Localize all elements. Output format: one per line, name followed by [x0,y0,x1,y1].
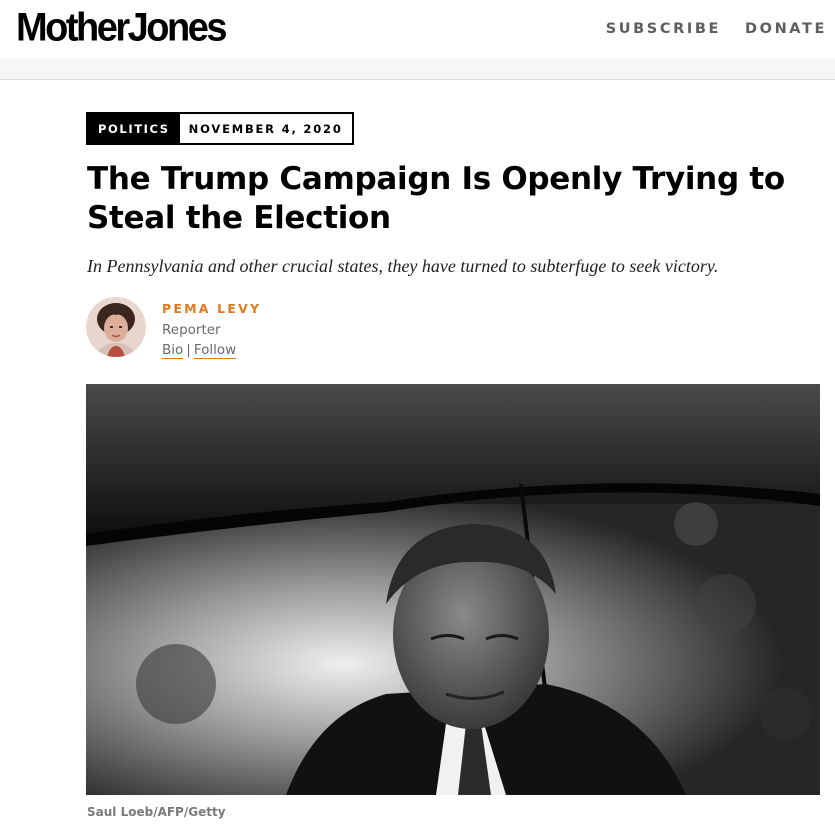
article-dek: In Pennsylvania and other crucial states… [87,256,719,276]
byline: PEMA LEVY Reporter Bio | Follow [86,297,261,359]
author-avatar[interactable] [86,297,146,357]
bio-link[interactable]: Bio [162,342,184,359]
link-separator: | [186,342,191,358]
subscribe-link[interactable]: SUBSCRIBE [606,21,721,37]
byline-text: PEMA LEVY Reporter Bio | Follow [162,297,261,359]
hero-image [86,384,820,795]
author-name[interactable]: PEMA LEVY [162,301,261,316]
follow-link[interactable]: Follow [193,342,237,359]
site-logo[interactable]: MotherJones [16,8,227,48]
site-header: MotherJones SUBSCRIBE DONATE [0,0,835,58]
publish-date: NOVEMBER 4, 2020 [179,114,352,143]
photo-credit: Saul Loeb/AFP/Getty [87,805,226,819]
author-links: Bio | Follow [162,342,261,359]
donate-link[interactable]: DONATE [745,21,827,37]
category-tag[interactable]: POLITICS [88,114,180,143]
article-headline: The Trump Campaign Is Openly Trying to S… [87,161,785,236]
header-subbar [0,58,835,80]
article-tags: POLITICS NOVEMBER 4, 2020 [86,112,354,145]
author-role: Reporter [162,322,221,338]
top-nav: SUBSCRIBE DONATE [606,21,827,37]
